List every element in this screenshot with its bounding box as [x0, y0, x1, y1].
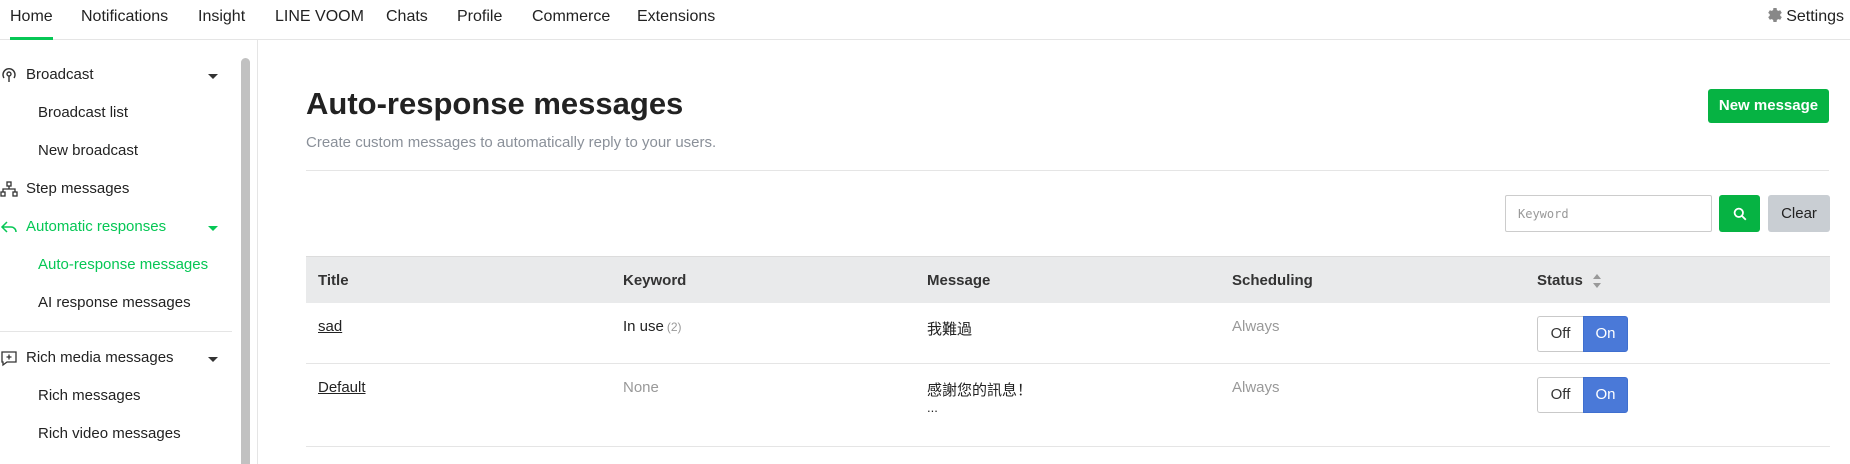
column-header-scheduling: Scheduling: [1232, 272, 1313, 289]
tab-line-voom[interactable]: LINE VOOM: [275, 0, 364, 40]
status-toggle[interactable]: Off On: [1537, 316, 1628, 352]
status-off-button[interactable]: Off: [1537, 377, 1583, 413]
chevron-down-icon[interactable]: [208, 357, 218, 362]
sidebar-item-rich-messages[interactable]: Rich messages: [38, 387, 141, 404]
status-off-button[interactable]: Off: [1537, 316, 1583, 352]
new-message-button[interactable]: New message: [1708, 89, 1829, 123]
rich-media-icon: [1, 351, 17, 367]
page-subtitle: Create custom messages to automatically …: [306, 134, 717, 151]
sidebar-item-rich-media-messages[interactable]: Rich media messages: [26, 349, 174, 366]
keyword-search-input[interactable]: [1505, 195, 1712, 232]
table-header: Title Keyword Message Scheduling Status: [306, 256, 1830, 303]
row-title-link[interactable]: Default: [318, 379, 366, 396]
sidebar-item-automatic-responses[interactable]: Automatic responses: [26, 218, 166, 235]
sidebar-item-broadcast-list[interactable]: Broadcast list: [38, 104, 128, 121]
page-title: Auto-response messages: [306, 86, 684, 121]
row-scheduling: Always: [1232, 318, 1280, 335]
row-message: 感謝您的訊息！: [927, 382, 1033, 399]
sort-icon[interactable]: [1592, 273, 1602, 289]
row-scheduling: Always: [1232, 379, 1280, 396]
status-on-button[interactable]: On: [1583, 316, 1628, 352]
column-header-title: Title: [318, 272, 349, 289]
tab-commerce[interactable]: Commerce: [532, 0, 610, 40]
tab-chats[interactable]: Chats: [386, 0, 428, 40]
divider: [306, 170, 1829, 171]
reply-icon: [0, 221, 17, 233]
sidebar-item-auto-response-messages[interactable]: Auto-response messages: [38, 256, 208, 273]
chevron-down-icon[interactable]: [208, 226, 218, 231]
status-toggle[interactable]: Off On: [1537, 377, 1628, 413]
sidebar-item-rich-video-messages[interactable]: Rich video messages: [38, 425, 181, 442]
sidebar-divider: [0, 331, 232, 332]
tab-profile[interactable]: Profile: [457, 0, 502, 40]
tab-notifications[interactable]: Notifications: [81, 0, 168, 40]
sidebar-scrollbar[interactable]: [241, 58, 250, 464]
row-keyword: None: [623, 379, 659, 396]
sidebar: Broadcast Broadcast list New broadcast S…: [0, 40, 258, 464]
row-keyword: In use (2): [623, 318, 682, 335]
sidebar-item-step-messages[interactable]: Step messages: [26, 180, 129, 197]
row-title-link[interactable]: sad: [318, 318, 342, 335]
row-message: 我難過: [927, 321, 973, 338]
column-header-status[interactable]: Status: [1537, 272, 1583, 289]
tab-extensions[interactable]: Extensions: [637, 0, 715, 40]
settings-link[interactable]: Settings: [1766, 0, 1844, 40]
gear-icon: [1768, 8, 1782, 22]
status-on-button[interactable]: On: [1583, 377, 1628, 413]
search-button[interactable]: [1719, 195, 1760, 232]
clear-button[interactable]: Clear: [1768, 195, 1830, 232]
settings-label: Settings: [1786, 8, 1844, 25]
keyword-status: In use: [623, 318, 664, 335]
sidebar-item-ai-response-messages[interactable]: AI response messages: [38, 294, 191, 311]
table-row: sad In use (2) 我難過 Always Off On: [306, 303, 1830, 364]
column-header-keyword: Keyword: [623, 272, 687, 289]
tab-insight[interactable]: Insight: [198, 0, 245, 40]
column-header-message: Message: [927, 272, 991, 289]
message-more: ...: [927, 400, 938, 415]
top-navigation: Home Notifications Insight LINE VOOM Cha…: [0, 0, 1850, 40]
search-icon: [1733, 207, 1747, 221]
table-row: Default None 感謝您的訊息！ ... Always Off On: [306, 364, 1830, 447]
tab-home[interactable]: Home: [10, 0, 53, 40]
broadcast-icon: [2, 68, 16, 82]
keyword-count: (2): [666, 320, 682, 334]
sidebar-item-new-broadcast[interactable]: New broadcast: [38, 142, 138, 159]
sidebar-item-broadcast[interactable]: Broadcast: [26, 66, 94, 83]
step-messages-icon: [0, 181, 18, 197]
chevron-down-icon[interactable]: [208, 74, 218, 79]
